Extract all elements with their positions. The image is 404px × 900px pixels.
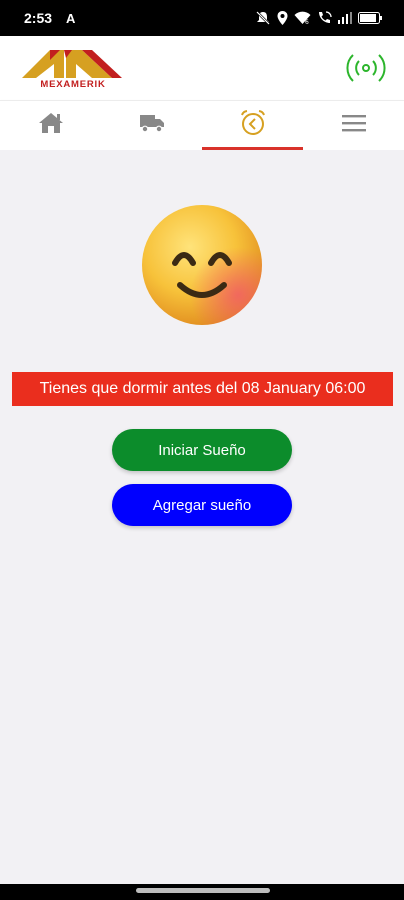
sleep-deadline-text: Tienes que dormir antes del 08 January 0… — [39, 380, 366, 397]
start-sleep-button[interactable]: Iniciar Sueño — [112, 429, 292, 471]
mexamerik-logo: MEXAMERIK — [20, 46, 126, 90]
battery-icon — [358, 12, 382, 24]
status-bar: 2:53 A 6 — [0, 0, 404, 36]
wifi-icon: 6 — [294, 11, 311, 25]
smiling-face-icon — [142, 205, 262, 325]
tab-menu[interactable] — [303, 101, 404, 150]
logo-text: MEXAMERIK — [40, 79, 106, 90]
notification-letter: A — [66, 10, 76, 26]
location-icon — [277, 11, 288, 25]
home-indicator[interactable] — [136, 888, 270, 893]
tab-alarm[interactable] — [202, 101, 303, 150]
sleep-deadline-banner: Tienes que dormir antes del 08 January 0… — [12, 372, 393, 406]
alarm-clock-icon — [238, 109, 268, 142]
truck-icon — [138, 112, 166, 139]
wifi-call-icon — [317, 11, 332, 25]
cell-signal-icon — [338, 12, 352, 24]
svg-text:6: 6 — [305, 19, 309, 25]
tab-home[interactable] — [0, 101, 101, 150]
add-sleep-button[interactable]: Agregar sueño — [112, 484, 292, 526]
status-time: 2:53 — [24, 10, 53, 26]
gesture-bar — [0, 884, 404, 900]
menu-icon — [341, 113, 367, 138]
home-icon — [37, 111, 65, 140]
connection-status-icon[interactable] — [344, 50, 388, 86]
app-header: MEXAMERIK — [0, 36, 404, 100]
nav-tabs — [0, 100, 404, 150]
mute-icon — [255, 11, 271, 25]
tab-truck[interactable] — [101, 101, 202, 150]
